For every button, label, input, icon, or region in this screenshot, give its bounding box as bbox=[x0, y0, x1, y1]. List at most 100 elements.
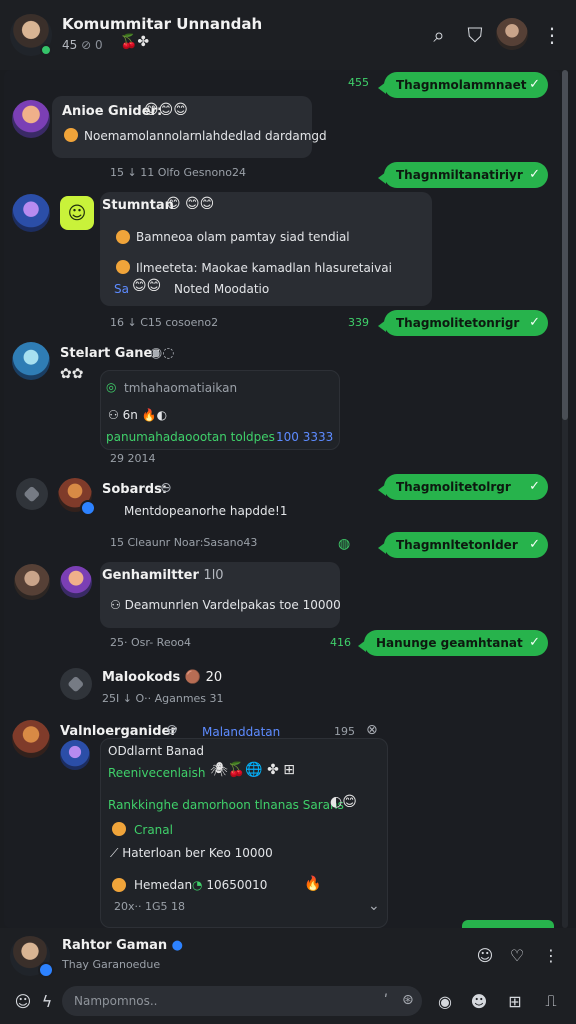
tag-count: 195 bbox=[334, 725, 355, 738]
emoji-icon bbox=[116, 260, 130, 274]
reaction-emoji: 🕷🍒🌐 ✤ ⊞ bbox=[210, 762, 295, 778]
camera-icon[interactable]: ◉ bbox=[434, 990, 456, 1012]
message-time: 455 bbox=[348, 76, 369, 89]
message-input[interactable] bbox=[74, 986, 374, 1016]
message-text: ⚇ 6n 🔥◐ bbox=[108, 408, 168, 422]
message-text: Noted Moodatio bbox=[174, 282, 270, 296]
message-text: Reenivecenlaish bbox=[108, 766, 206, 780]
sender-avatar[interactable] bbox=[12, 720, 50, 758]
sent-message[interactable]: Thagmnltetonlder ✓ bbox=[378, 532, 548, 558]
search-icon[interactable]: ⌕ bbox=[426, 22, 452, 48]
message-meta: 25· Osr- Reoo4 bbox=[110, 636, 192, 649]
gif-icon[interactable]: ☻ bbox=[468, 990, 490, 1012]
info-icon[interactable]: ⊖ bbox=[166, 722, 178, 738]
message-text: Ilmeeteta: Maokae kamadlan hlasuretaivai bbox=[136, 261, 392, 275]
read-receipt-icon: ✓ bbox=[529, 167, 540, 182]
heart-icon[interactable]: ♡ bbox=[506, 944, 528, 966]
cursor-icon: ʹ bbox=[384, 993, 388, 1009]
message-value: 100 3333 bbox=[276, 430, 334, 444]
message-list[interactable]: 455 Thagnmolammnaet ✓ Anioe Gnider: 😊😊😊 N… bbox=[4, 70, 560, 928]
chevron-down-icon[interactable]: ⌄ bbox=[368, 898, 380, 914]
bolt-icon[interactable]: ϟ bbox=[36, 990, 58, 1012]
sender-avatar[interactable] bbox=[14, 564, 50, 600]
online-indicator bbox=[40, 44, 52, 56]
emoji-icon bbox=[116, 230, 130, 244]
sticker-icon[interactable]: ☺ bbox=[474, 944, 496, 966]
sender-tag: Malanddatan bbox=[202, 725, 281, 739]
message-tag: Sa bbox=[114, 282, 129, 296]
scrollbar-thumb[interactable] bbox=[562, 70, 568, 420]
attach-icon[interactable]: ⊛ bbox=[402, 992, 414, 1008]
message-subtitle: ODdlarnt Banad bbox=[108, 744, 204, 758]
chat-subtitle: 45 ⊘ 0 bbox=[62, 38, 103, 52]
sender-name: Malookods 🟤 20 bbox=[102, 670, 223, 685]
message-meta: 25I ↓ O·· Aganmes 31 bbox=[102, 692, 224, 705]
placeholder-avatar[interactable] bbox=[60, 668, 92, 700]
message-meta: 15 Cleaunr Noar:Sasano43 bbox=[110, 536, 258, 549]
message-meta: 16 ↓ C15 cosoeno2 bbox=[110, 316, 219, 329]
more-vertical-icon[interactable]: ⋮ bbox=[540, 944, 562, 966]
reaction-emoji: 😊😊 bbox=[132, 278, 162, 294]
current-user-status: Thay Garanoedue bbox=[62, 958, 161, 971]
reaction-emoji: 😊😊😊 bbox=[144, 102, 188, 118]
microphone-icon[interactable]: ⎍ bbox=[540, 990, 562, 1012]
bot-icon[interactable]: ☺ bbox=[60, 196, 94, 230]
verified-icon bbox=[80, 500, 96, 516]
read-receipt-icon: ✓ bbox=[529, 635, 540, 650]
message-text: tmhahaomatiaikan bbox=[124, 381, 238, 395]
image-icon[interactable]: ⊞ bbox=[504, 990, 526, 1012]
message-meta: 29 2014 bbox=[110, 452, 156, 465]
emoji-icon bbox=[112, 822, 126, 836]
message-meta: 20x·· 1G5 18 bbox=[114, 900, 186, 913]
reaction-emoji: 🔥 bbox=[304, 876, 322, 892]
sent-message[interactable]: Thagmolitetonrigr ✓ bbox=[378, 310, 548, 336]
message-text: Rankkinghe damorhoon tlnanas Sarans bbox=[108, 798, 344, 812]
read-receipt-icon: ✓ bbox=[529, 77, 540, 92]
verified-icon: ◉◌ bbox=[150, 345, 175, 361]
sender-avatar[interactable] bbox=[12, 342, 50, 380]
shield-icon[interactable]: ⛉ bbox=[462, 22, 488, 48]
emoji-icon bbox=[112, 878, 126, 892]
message-text: ⚇ Deamunrlen Vardelpakas toe 10000 bbox=[110, 598, 341, 612]
message-text: Hemedan bbox=[134, 878, 193, 892]
sent-message[interactable]: Thagmolitetolrgr ✓ bbox=[378, 474, 548, 500]
sender-name: Valnloerganider bbox=[60, 724, 177, 739]
read-receipt-icon: ✓ bbox=[529, 537, 540, 552]
sent-message[interactable]: Hanunge geamhtanat ✓ bbox=[358, 630, 548, 656]
message-text: ⟋ Haterloan ber Keo 10000 bbox=[110, 846, 273, 860]
header-emoji: 🍒✤ bbox=[120, 34, 150, 50]
message-meta: 15 ↓ 11 Olfo Gesnono24 bbox=[110, 166, 246, 179]
sent-message-partial bbox=[462, 920, 554, 928]
chat-header: Komummitar Unnandah 45 ⊘ 0 🍒✤ ⌕ ⛉ ⋮ bbox=[0, 0, 576, 70]
sent-message[interactable]: Thagnmolammnaet ✓ bbox=[378, 72, 548, 98]
sender-avatar[interactable] bbox=[12, 100, 50, 138]
sender-avatar[interactable] bbox=[60, 740, 90, 770]
placeholder-avatar[interactable] bbox=[16, 478, 48, 510]
reaction-emoji: ✿✿ bbox=[60, 366, 84, 382]
close-icon[interactable]: ⊗ bbox=[366, 722, 378, 738]
message-time: 339 bbox=[348, 316, 369, 329]
more-vertical-icon[interactable]: ⋮ bbox=[540, 22, 564, 48]
sender-avatar[interactable] bbox=[12, 194, 50, 232]
message-link: ◎ bbox=[106, 380, 117, 394]
reply-icon[interactable]: ◍ bbox=[338, 536, 350, 552]
emoji-icon[interactable]: ☺ bbox=[12, 990, 34, 1012]
message-text: Mentdopeanorhe hapdde!1 bbox=[124, 504, 288, 518]
message-input-wrapper[interactable]: ʹ ⊛ bbox=[62, 986, 422, 1016]
message-time: 416 bbox=[330, 636, 351, 649]
sender-name: Sobards: bbox=[102, 482, 168, 497]
composer-area: Rahtor Gaman ● Thay Garanoedue ☺ ♡ ⋮ ☺ ϟ… bbox=[0, 928, 576, 1024]
contact-avatar[interactable] bbox=[496, 18, 528, 50]
verified-icon bbox=[38, 962, 54, 978]
scrollbar[interactable] bbox=[562, 70, 568, 928]
message-value: ◔ 10650010 bbox=[192, 878, 268, 892]
sender-name: Stumntan bbox=[102, 198, 174, 213]
sender-name: Stelart Ganes bbox=[60, 346, 161, 361]
reaction-emoji: 😊 😊😊 bbox=[166, 196, 215, 212]
sender-name: Genhamiltter 1l0 bbox=[102, 568, 224, 583]
info-icon[interactable]: ⊖ bbox=[160, 480, 172, 496]
sender-avatar[interactable] bbox=[60, 566, 92, 598]
message-link[interactable]: panumahadaoootan toldpes bbox=[106, 430, 275, 444]
message-text: Cranal bbox=[134, 823, 173, 837]
sent-message[interactable]: Thagnmiltanatiriyr ✓ bbox=[378, 162, 548, 188]
